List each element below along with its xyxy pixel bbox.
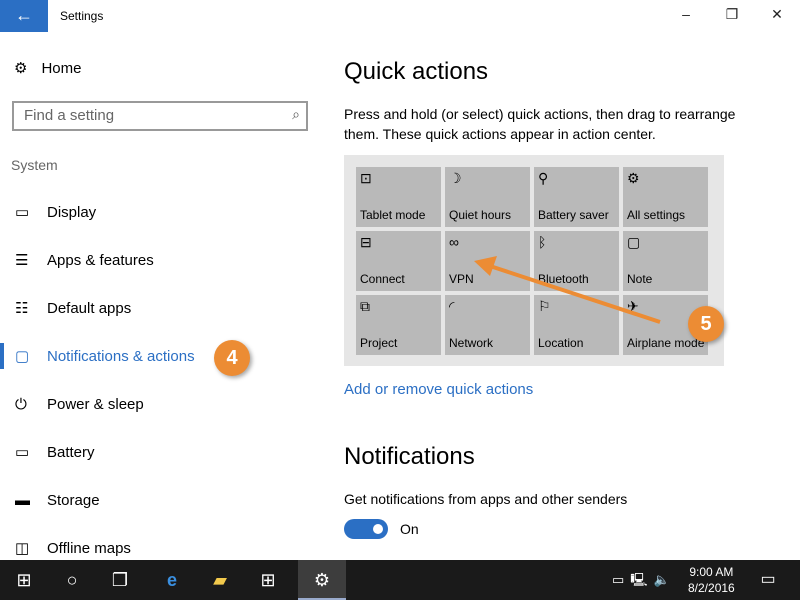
- time: 9:00 AM: [689, 565, 734, 579]
- notifications-title: Notifications: [344, 443, 475, 470]
- gear-icon: ⚙: [313, 570, 331, 590]
- battery-icon: ▭: [612, 572, 631, 587]
- taskbar: ⊞ ○ ❐ e ▰ ⊞ ⚙ ▭🖳🔈 9:00 AM 8/2/2016 ▭: [0, 560, 800, 600]
- cortana-icon: ○: [66, 570, 78, 590]
- network-icon: 🖳: [630, 572, 654, 587]
- notifications-description: Get notifications from apps and other se…: [344, 491, 628, 507]
- action-center-button[interactable]: ▭: [744, 560, 792, 600]
- store-icon: ⊞: [260, 570, 276, 590]
- notifications-toggle[interactable]: [344, 519, 388, 539]
- callout-5: 5: [688, 306, 724, 342]
- windows-icon: ⊞: [16, 570, 32, 590]
- date: 8/2/2016: [688, 581, 735, 595]
- toggle-state: On: [400, 521, 419, 537]
- settings-taskbar-button[interactable]: ⚙: [298, 560, 346, 600]
- search-button[interactable]: ○: [48, 560, 96, 600]
- folder-icon: ▰: [213, 570, 227, 590]
- start-button[interactable]: ⊞: [0, 560, 48, 600]
- clock[interactable]: 9:00 AM 8/2/2016: [688, 564, 735, 596]
- store-button[interactable]: ⊞: [244, 560, 292, 600]
- task-view-icon: ❐: [111, 570, 129, 590]
- system-tray[interactable]: ▭🖳🔈: [612, 571, 676, 593]
- file-explorer-button[interactable]: ▰: [196, 560, 244, 600]
- edge-icon: e: [166, 570, 177, 590]
- add-remove-quick-actions-link[interactable]: Add or remove quick actions: [344, 381, 533, 398]
- message-icon: ▭: [760, 571, 776, 588]
- task-view-button[interactable]: ❐: [96, 560, 144, 600]
- volume-icon: 🔈: [653, 572, 676, 587]
- arrow-annotation: [474, 256, 661, 324]
- edge-button[interactable]: e: [148, 560, 196, 600]
